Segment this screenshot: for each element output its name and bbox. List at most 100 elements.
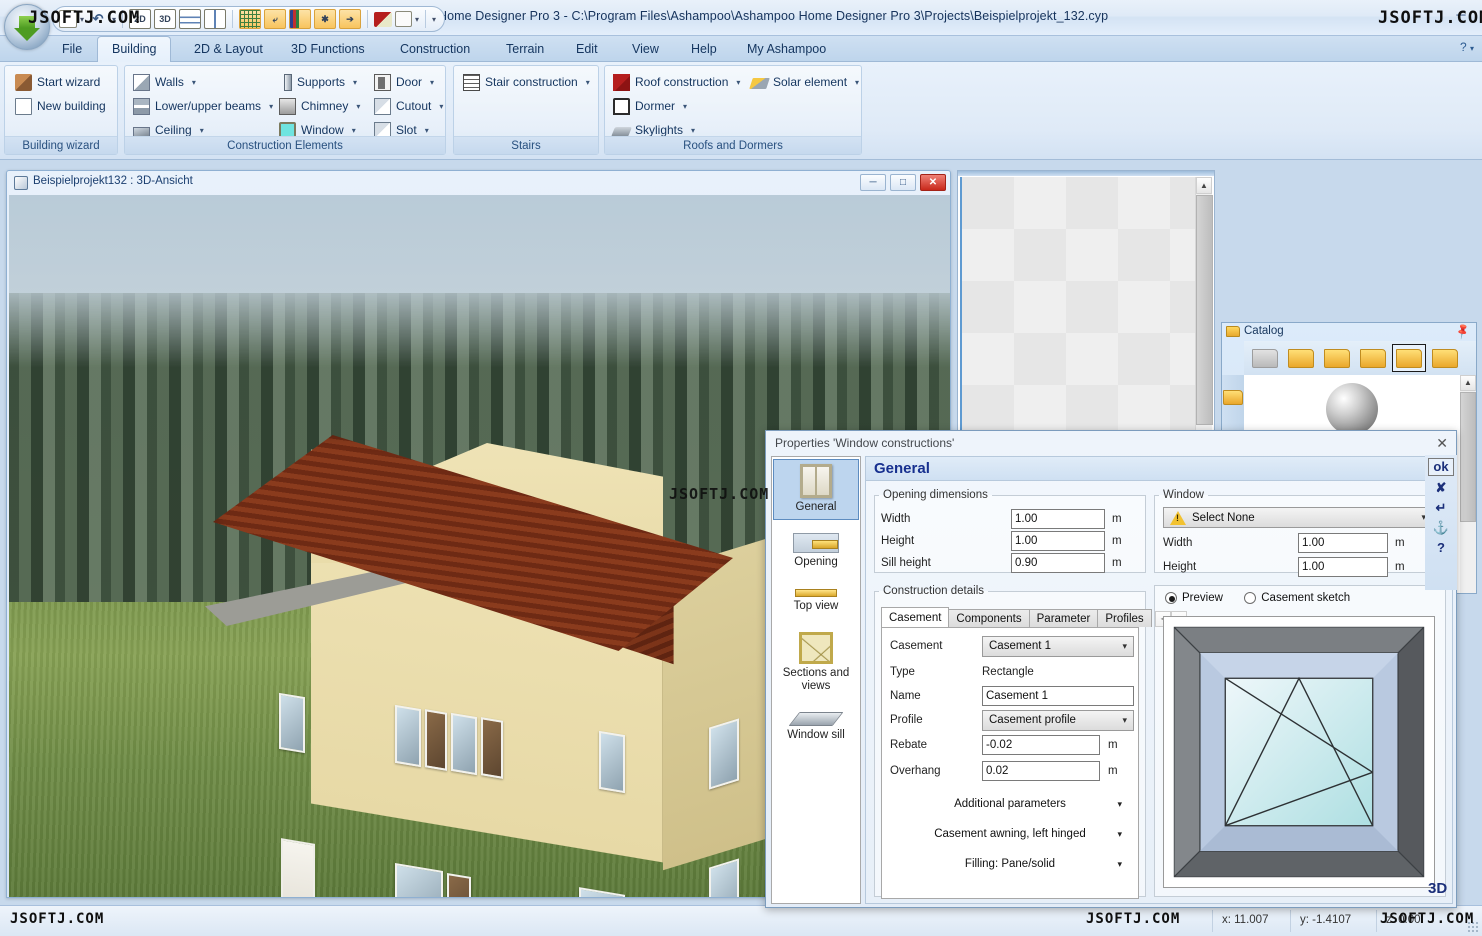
window-height-input[interactable] xyxy=(1298,557,1388,577)
tab-file[interactable]: File xyxy=(48,36,96,62)
chevron-down-icon[interactable]: ▾ xyxy=(691,126,695,135)
scrollbar-thumb[interactable] xyxy=(1196,195,1213,425)
ribbon-item-solar-element[interactable]: Solar element ▾ xyxy=(749,71,861,93)
catalog-tab-materials[interactable] xyxy=(1392,344,1426,372)
tab-terrain[interactable]: Terrain xyxy=(492,36,558,62)
catalog-vertical-scrollbar[interactable]: ▲ xyxy=(1460,375,1476,593)
cancel-button[interactable]: ✘ xyxy=(1436,480,1447,496)
nav-item-sections-views[interactable]: Sections and views xyxy=(773,628,859,698)
tab-edit[interactable]: Edit xyxy=(562,36,612,62)
subtab-parameter[interactable]: Parameter xyxy=(1029,609,1099,627)
apply-button[interactable]: ↵ xyxy=(1436,500,1447,516)
application-orb-button[interactable] xyxy=(4,4,50,50)
subtab-components[interactable]: Components xyxy=(948,609,1029,627)
chevron-down-icon[interactable]: ▾ xyxy=(356,102,360,111)
undo-caret-icon[interactable]: ▾ xyxy=(112,15,116,24)
mdi-restore-button[interactable]: □ xyxy=(890,174,916,191)
chevron-down-icon[interactable]: ▾ xyxy=(353,78,357,87)
nav-item-general[interactable]: General xyxy=(773,459,859,520)
ok-button[interactable]: ok xyxy=(1428,458,1453,476)
resize-grip[interactable] xyxy=(1467,921,1479,933)
ribbon-item-stair-construction[interactable]: Stair construction ▾ xyxy=(461,71,592,93)
ribbon-item-roof-construction[interactable]: Roof construction ▾ xyxy=(611,71,742,93)
copy-caret-icon[interactable]: ▾ xyxy=(415,15,419,24)
catalog-side-symbols[interactable] xyxy=(1222,377,1244,417)
chevron-down-icon[interactable]: ▾ xyxy=(192,78,196,87)
expander-filling[interactable]: Filling: Pane/solid ▾ xyxy=(894,854,1126,874)
node-snap-icon[interactable]: ✱ xyxy=(314,9,336,29)
plan-vertical-scrollbar[interactable]: ▲ xyxy=(1195,177,1212,443)
qat-overflow-icon[interactable]: ▾ xyxy=(432,15,436,24)
casement-combo[interactable]: Casement 1 ▾ xyxy=(982,636,1134,657)
ribbon-help-button[interactable]: ? ▾ xyxy=(1460,40,1474,54)
tab-building[interactable]: Building xyxy=(97,36,171,62)
save-caret-icon[interactable]: ▾ xyxy=(80,15,84,24)
chevron-down-icon[interactable]: ▾ xyxy=(200,126,204,135)
nav-item-opening[interactable]: Opening xyxy=(773,529,859,574)
casement-name-input[interactable] xyxy=(982,686,1134,706)
layers-icon[interactable] xyxy=(289,9,311,29)
radio-casement-sketch[interactable]: Casement sketch xyxy=(1244,592,1350,604)
expander-casement-awning[interactable]: Casement awning, left hinged ▾ xyxy=(894,824,1126,844)
window-select-combo[interactable]: Select None ▾ xyxy=(1163,507,1433,528)
auto-hide-pin-icon[interactable]: 📌 xyxy=(1454,322,1473,341)
chevron-down-icon[interactable]: ▾ xyxy=(586,78,590,87)
nav-item-window-sill[interactable]: Window sill xyxy=(773,708,859,747)
ribbon-item-lower-upper-beams[interactable]: Lower/upper beams ▾ xyxy=(131,95,275,117)
ribbon-item-door[interactable]: Door ▾ xyxy=(372,71,436,93)
chevron-down-icon[interactable]: ▾ xyxy=(683,102,687,111)
close-icon[interactable]: ✕ xyxy=(1436,435,1448,452)
roof-flag-icon[interactable] xyxy=(374,12,392,27)
window-width-input[interactable] xyxy=(1298,533,1388,553)
overhang-input[interactable] xyxy=(982,761,1100,781)
ribbon-item-chimney[interactable]: Chimney ▾ xyxy=(277,95,362,117)
catalog-tab-doors[interactable] xyxy=(1284,344,1318,372)
nav-item-top-view[interactable]: Top view xyxy=(773,585,859,618)
rebate-input[interactable] xyxy=(982,735,1100,755)
profile-combo[interactable]: Casement profile ▾ xyxy=(982,710,1134,731)
tab-2d-layout[interactable]: 2D & Layout xyxy=(180,36,277,62)
catalog-tab-up[interactable] xyxy=(1248,344,1282,372)
scroll-up-icon[interactable]: ▲ xyxy=(1196,177,1212,194)
catalog-tab-objects[interactable] xyxy=(1320,344,1354,372)
help-button[interactable]: ? xyxy=(1437,540,1445,556)
copy-icon[interactable] xyxy=(395,11,412,27)
scroll-up-icon[interactable]: ▲ xyxy=(1460,375,1476,391)
chevron-down-icon[interactable]: ▾ xyxy=(430,78,434,87)
view-2d-icon[interactable]: 2D xyxy=(129,9,151,29)
grid-icon[interactable] xyxy=(239,9,261,29)
tab-help[interactable]: Help xyxy=(677,36,731,62)
tab-view[interactable]: View xyxy=(618,36,673,62)
catalog-tab-textures[interactable] xyxy=(1356,344,1390,372)
tab-construction[interactable]: Construction xyxy=(386,36,484,62)
opening-height-input[interactable] xyxy=(1011,531,1105,551)
chevron-down-icon[interactable]: ▾ xyxy=(736,78,740,87)
opening-sill-height-input[interactable] xyxy=(1011,553,1105,573)
ribbon-item-walls[interactable]: Walls ▾ xyxy=(131,71,198,93)
chevron-down-icon[interactable]: ▾ xyxy=(269,102,273,111)
expander-additional-parameters[interactable]: Additional parameters ▾ xyxy=(894,794,1126,814)
chevron-down-icon[interactable]: ▾ xyxy=(439,102,443,111)
ribbon-item-new-building[interactable]: New building xyxy=(13,95,108,117)
ribbon-item-supports[interactable]: Supports ▾ xyxy=(277,71,359,93)
plan-canvas[interactable] xyxy=(960,177,1195,443)
chevron-down-icon[interactable]: ▾ xyxy=(425,126,429,135)
split-horizontal-icon[interactable] xyxy=(179,9,201,29)
mdi-close-button[interactable]: ✕ xyxy=(920,174,946,191)
ribbon-item-start-wizard[interactable]: Start wizard xyxy=(13,71,102,93)
view-3d-icon[interactable]: 3D xyxy=(154,9,176,29)
subtab-profiles[interactable]: Profiles xyxy=(1097,609,1151,627)
undo-icon[interactable]: ↶ xyxy=(87,9,109,29)
mdi-minimize-button[interactable]: ─ xyxy=(860,174,886,191)
minimize-button[interactable]: ─ xyxy=(1450,8,1472,24)
split-vertical-icon[interactable] xyxy=(204,9,226,29)
chevron-down-icon[interactable]: ▾ xyxy=(352,126,356,135)
subtab-casement[interactable]: Casement xyxy=(881,607,949,627)
ribbon-item-dormer[interactable]: Dormer ▾ xyxy=(611,95,689,117)
catalog-tab-search[interactable] xyxy=(1428,344,1462,372)
tab-3d-functions[interactable]: 3D Functions xyxy=(277,36,379,62)
scrollbar-thumb[interactable] xyxy=(1460,392,1476,522)
anchor-button[interactable]: ⚓ xyxy=(1433,520,1449,536)
select-arrow-icon[interactable]: ➔ xyxy=(339,9,361,29)
tab-my-ashampoo[interactable]: My Ashampoo xyxy=(733,36,840,62)
